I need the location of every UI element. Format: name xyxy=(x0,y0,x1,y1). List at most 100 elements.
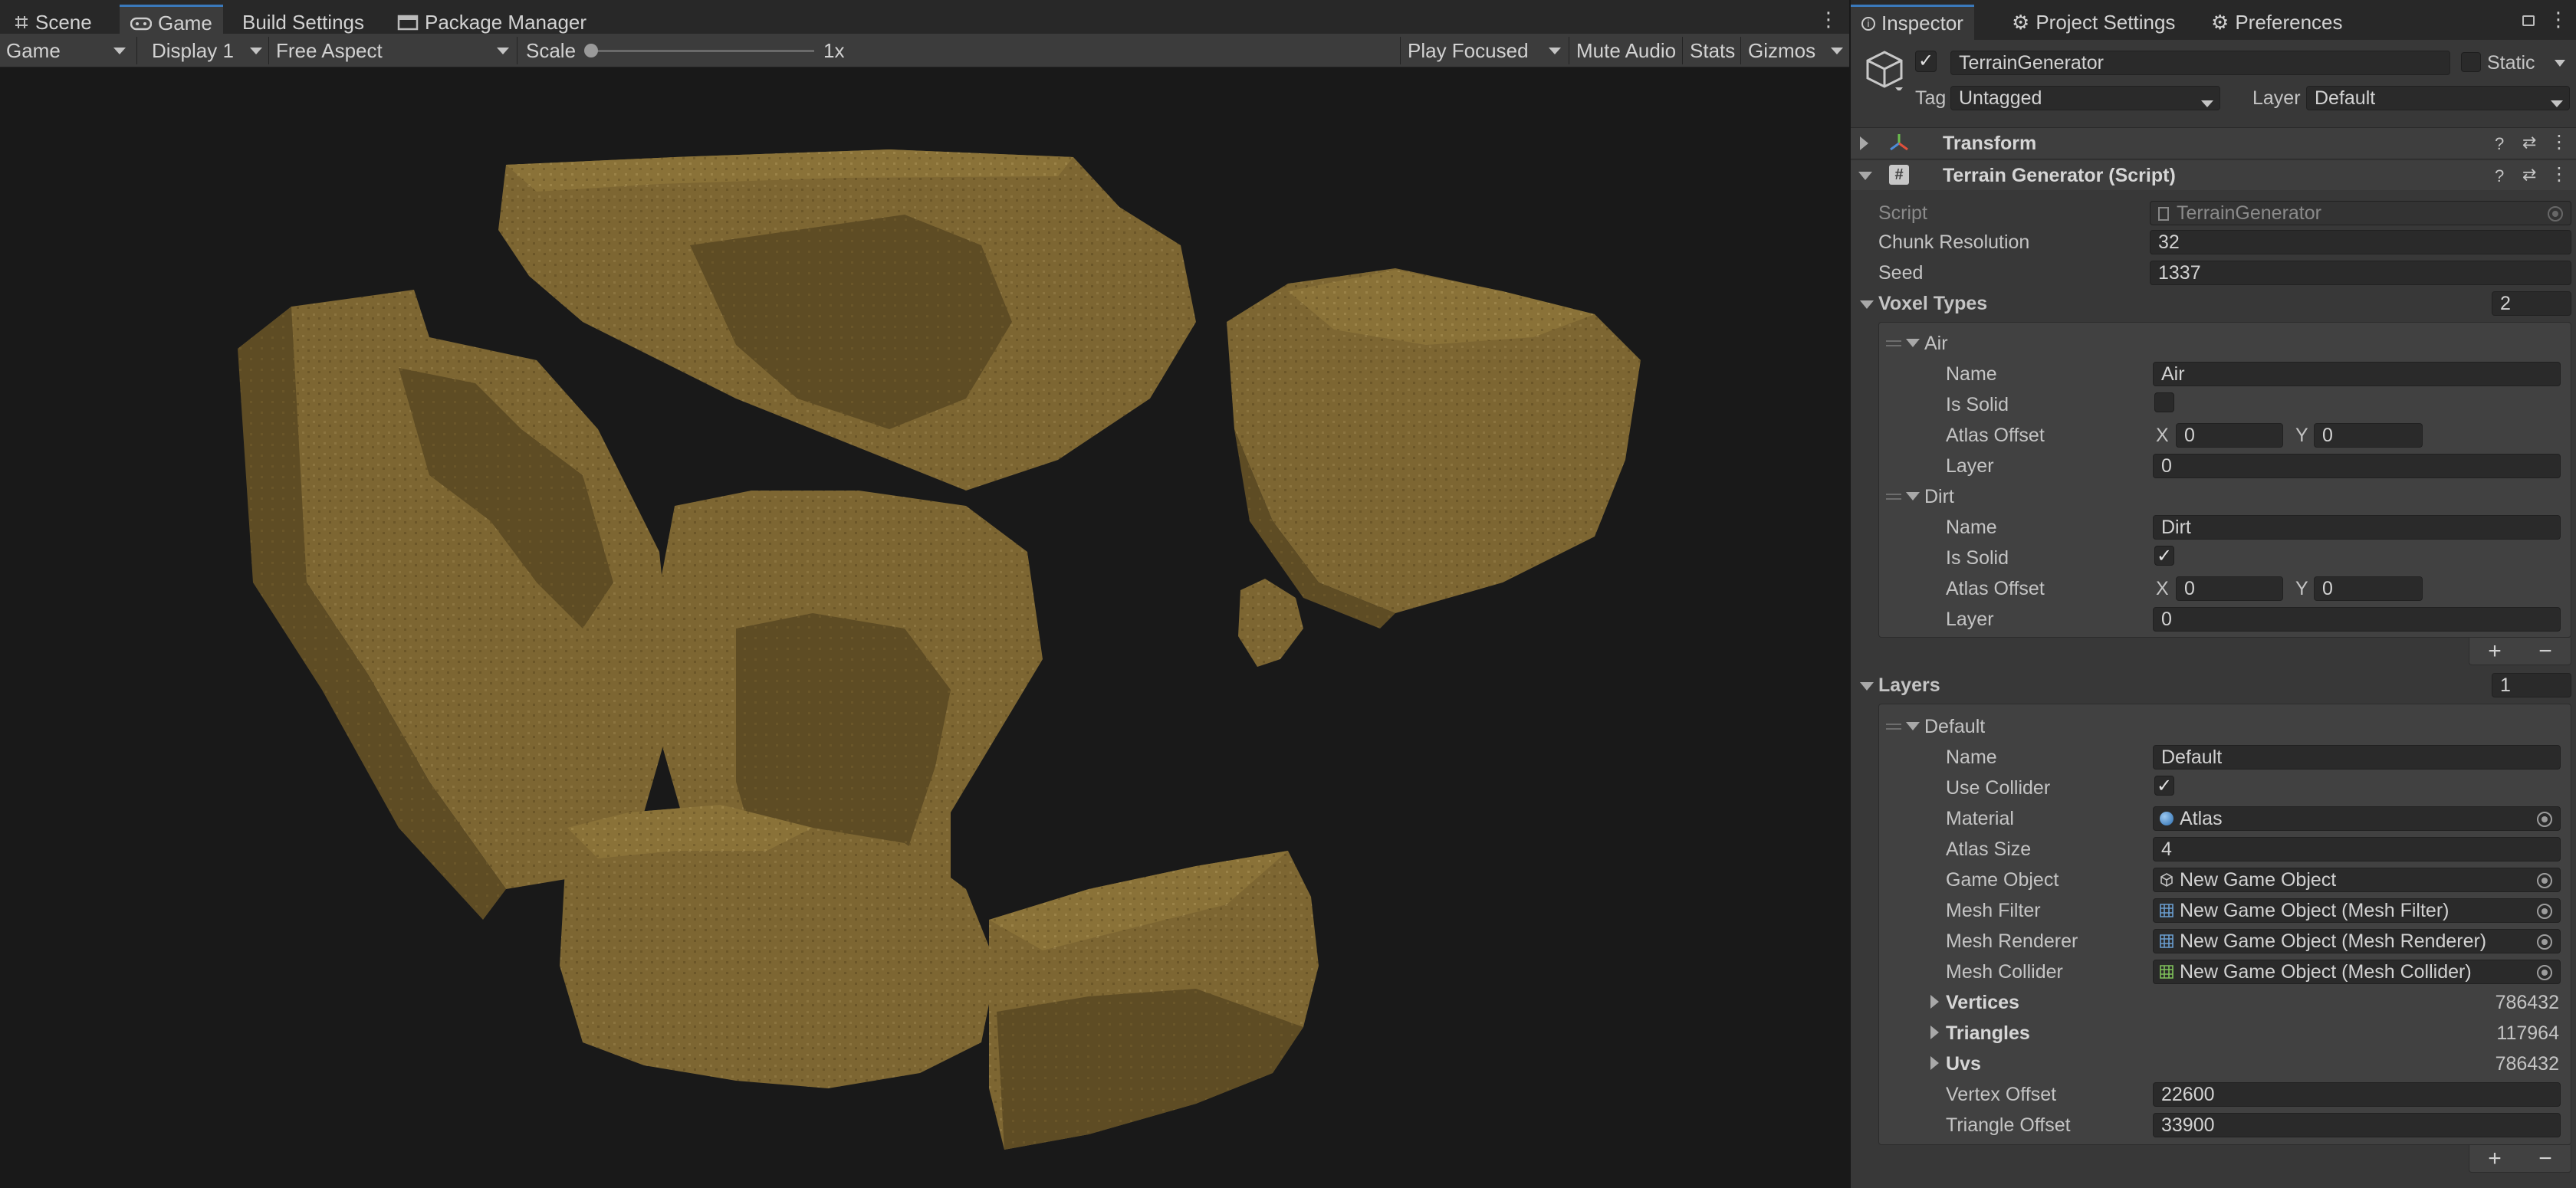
drag-handle-icon[interactable] xyxy=(1886,724,1901,730)
mesh-collider-field[interactable]: New Game Object (Mesh Collider) xyxy=(2153,960,2561,984)
material-sphere-icon xyxy=(2160,812,2174,825)
voxel-types-count[interactable]: 2 xyxy=(2492,291,2571,316)
preset-icon[interactable]: ⇄ xyxy=(2522,133,2536,153)
foldout-arrow-icon[interactable] xyxy=(1930,1056,1939,1070)
layers-count[interactable]: 1 xyxy=(2492,673,2571,697)
dirt-atlas-offset-label: Atlas Offset xyxy=(1946,578,2045,599)
foldout-arrow-icon[interactable] xyxy=(1930,1026,1939,1039)
seed-field[interactable]: 1337 xyxy=(2150,261,2571,285)
foldout-arrow-icon[interactable] xyxy=(1860,300,1874,309)
aspect-dropdown[interactable]: Free Aspect xyxy=(270,34,515,67)
toolbar-divider xyxy=(1740,37,1741,64)
tab-preferences[interactable]: ⚙ Preferences xyxy=(2200,5,2354,40)
script-icon: # xyxy=(1889,165,1909,185)
component-menu-icon[interactable]: ⋮ xyxy=(2550,163,2568,185)
triangle-offset-field[interactable]: 33900 xyxy=(2153,1113,2561,1137)
view-mode-dropdown[interactable]: Game xyxy=(0,34,132,67)
transform-axis-icon xyxy=(1890,134,1908,151)
foldout-arrow-icon[interactable] xyxy=(1860,682,1874,691)
foldout-arrow-icon[interactable] xyxy=(1858,172,1872,180)
gizmos-dropdown[interactable]: Gizmos xyxy=(1742,34,1849,67)
mesh-filter-field[interactable]: New Game Object (Mesh Filter) xyxy=(2153,898,2561,923)
script-file-icon xyxy=(2158,207,2169,221)
object-picker-icon[interactable] xyxy=(2537,812,2552,827)
game-viewport[interactable] xyxy=(0,67,1849,1188)
air-atlas-offset-label: Atlas Offset xyxy=(1946,425,2045,446)
material-field[interactable]: Atlas xyxy=(2153,806,2561,831)
vertex-offset-field[interactable]: 22600 xyxy=(2153,1082,2561,1107)
tab-project-settings[interactable]: ⚙ Project Settings xyxy=(2001,5,2186,40)
drag-handle-icon[interactable] xyxy=(1886,494,1901,500)
layer-dropdown[interactable]: Default xyxy=(2306,86,2570,110)
lock-icon[interactable] xyxy=(2522,15,2535,26)
air-layer-field[interactable]: 0 xyxy=(2153,454,2561,478)
chunk-resolution-field[interactable]: 32 xyxy=(2150,230,2571,254)
vertices-label: Vertices xyxy=(1946,992,2019,1013)
foldout-arrow-icon[interactable] xyxy=(1906,339,1920,347)
dirt-name-field[interactable]: Dirt xyxy=(2153,515,2561,540)
tab-package-manager-label: Package Manager xyxy=(425,10,587,34)
material-value: Atlas xyxy=(2180,808,2223,829)
foldout-arrow-icon[interactable] xyxy=(1906,722,1920,730)
display-label: Display 1 xyxy=(152,38,234,62)
display-dropdown[interactable]: Display 1 xyxy=(146,34,268,67)
dirt-is-solid-checkbox[interactable]: ✓ xyxy=(2154,546,2174,566)
remove-element-button[interactable]: − xyxy=(2538,638,2552,665)
scale-slider-handle[interactable] xyxy=(584,44,598,57)
chunk-resolution-label: Chunk Resolution xyxy=(1878,231,2030,253)
drag-handle-icon[interactable] xyxy=(1886,340,1901,346)
tab-inspector[interactable]: i Inspector xyxy=(1851,5,1974,40)
air-atlas-x-field[interactable]: 0 xyxy=(2176,423,2283,448)
object-picker-icon[interactable] xyxy=(2537,965,2552,980)
dirt-layer-field[interactable]: 0 xyxy=(2153,607,2561,632)
dirt-atlas-x-field[interactable]: 0 xyxy=(2176,576,2283,601)
object-picker-icon[interactable] xyxy=(2537,904,2552,919)
component-menu-icon[interactable]: ⋮ xyxy=(2550,131,2568,153)
help-icon[interactable]: ? xyxy=(2495,166,2504,186)
add-element-button[interactable]: + xyxy=(2488,638,2502,665)
active-checkbox[interactable]: ✓ xyxy=(1915,51,1937,72)
game-object-field[interactable]: New Game Object xyxy=(2153,868,2561,892)
remove-element-button[interactable]: − xyxy=(2538,1146,2552,1172)
package-icon xyxy=(397,15,419,31)
uvs-count: 786432 xyxy=(2495,1053,2559,1075)
kebab-menu-icon[interactable]: ⋮ xyxy=(2548,8,2568,31)
foldout-arrow-icon[interactable] xyxy=(1906,492,1920,500)
gamepad-icon xyxy=(130,17,152,30)
object-picker-icon[interactable] xyxy=(2537,873,2552,888)
stats-button[interactable]: Stats xyxy=(1684,34,1741,67)
dirt-atlas-y-field[interactable]: 0 xyxy=(2314,576,2423,601)
tag-dropdown[interactable]: Untagged xyxy=(1950,86,2220,110)
kebab-menu-icon[interactable]: ⋮ xyxy=(1819,8,1838,31)
use-collider-checkbox[interactable]: ✓ xyxy=(2154,776,2174,796)
layers-label: Layers xyxy=(1878,674,1940,696)
layer-name-field[interactable]: Default xyxy=(2153,745,2561,770)
mute-audio-button[interactable]: Mute Audio xyxy=(1570,34,1682,67)
static-label: Static xyxy=(2487,52,2535,74)
mesh-renderer-icon xyxy=(2160,934,2174,948)
air-name-field[interactable]: Air xyxy=(2153,362,2561,386)
atlas-size-field[interactable]: 4 xyxy=(2153,837,2561,861)
layers-add-remove: + − xyxy=(2469,1145,2571,1173)
object-name-field[interactable]: TerrainGenerator xyxy=(1950,51,2450,75)
object-picker-icon[interactable] xyxy=(2537,934,2552,950)
mesh-renderer-field[interactable]: New Game Object (Mesh Renderer) xyxy=(2153,929,2561,953)
air-is-solid-checkbox[interactable] xyxy=(2154,392,2174,412)
transform-header[interactable]: Transform ? ⇄ ⋮ xyxy=(1851,127,2576,158)
voxel-terrain-render xyxy=(238,149,1641,1150)
foldout-arrow-icon[interactable] xyxy=(1860,136,1868,150)
scale-slider-track[interactable] xyxy=(590,50,814,52)
help-icon[interactable]: ? xyxy=(2495,134,2504,154)
inspector-tab-bar: i Inspector ⚙ Project Settings ⚙ Prefere… xyxy=(1851,0,2576,40)
atlas-size-label: Atlas Size xyxy=(1946,838,2032,860)
gameobject-cube-icon xyxy=(2160,873,2173,887)
foldout-arrow-icon[interactable] xyxy=(1930,995,1939,1009)
chevron-down-icon[interactable] xyxy=(2555,60,2565,67)
add-element-button[interactable]: + xyxy=(2488,1146,2502,1172)
preset-icon[interactable]: ⇄ xyxy=(2522,165,2536,185)
static-checkbox[interactable] xyxy=(2461,52,2481,72)
object-picker-icon xyxy=(2548,206,2563,222)
terrain-generator-header[interactable]: # Terrain Generator (Script) ? ⇄ ⋮ xyxy=(1851,159,2576,190)
air-atlas-y-field[interactable]: 0 xyxy=(2314,423,2423,448)
play-mode-dropdown[interactable]: Play Focused xyxy=(1401,34,1567,67)
